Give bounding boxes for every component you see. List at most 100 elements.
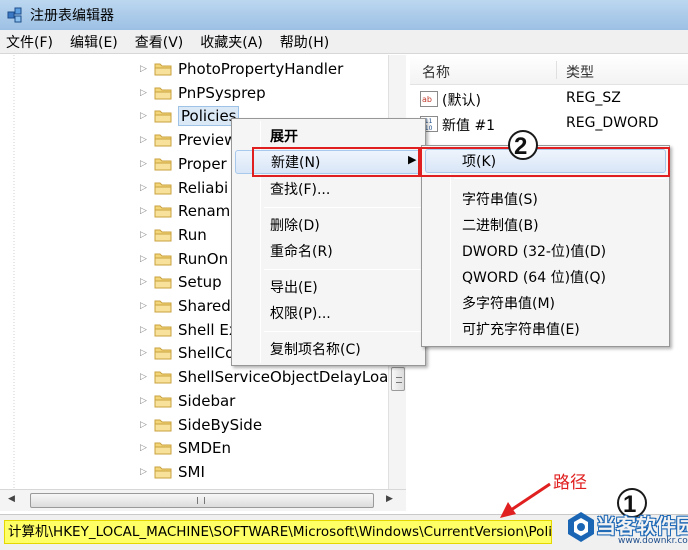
expand-arrow-icon[interactable]: ▷ bbox=[140, 183, 154, 193]
folder-icon bbox=[154, 87, 172, 100]
tree-item[interactable]: ▷ ShellServiceObjectDelayLoad bbox=[140, 365, 398, 389]
scroll-right-icon[interactable]: ▶ bbox=[386, 494, 393, 504]
tree-item-label: ShellServiceObjectDelayLoad bbox=[178, 368, 398, 387]
tree-hscroll-thumb[interactable] bbox=[30, 493, 374, 508]
folder-icon bbox=[154, 63, 172, 76]
folder-icon bbox=[154, 466, 172, 479]
expand-arrow-icon[interactable]: ▷ bbox=[140, 348, 154, 358]
tree-item[interactable]: ▷ ShellCo bbox=[140, 341, 234, 365]
tree-item[interactable]: ▷ PnPSysprep bbox=[140, 81, 266, 105]
menu-item-delete[interactable]: 删除(D) bbox=[270, 213, 320, 237]
tree-item[interactable]: ▷ Policies bbox=[140, 104, 240, 128]
window-title: 注册表编辑器 bbox=[30, 8, 114, 24]
submenu-item-key[interactable]: 项(K) bbox=[425, 149, 666, 173]
menu-item-new-label: 新建(N) bbox=[271, 155, 321, 171]
tree-item-label: PnPSysprep bbox=[178, 83, 266, 102]
value-type: REG_SZ bbox=[566, 90, 621, 106]
menu-item-find[interactable]: 查找(F)... bbox=[270, 177, 330, 201]
tree-item[interactable]: ▷ Shell Ex bbox=[140, 318, 238, 342]
expand-arrow-icon[interactable]: ▷ bbox=[140, 88, 154, 98]
watermark-text: 当客软件园 bbox=[596, 514, 688, 538]
tree-item[interactable]: ▷ Reliabi bbox=[140, 176, 228, 200]
menu-view[interactable]: 查看(V) bbox=[135, 32, 184, 52]
folder-icon bbox=[154, 182, 172, 194]
tree-item-label: Run bbox=[178, 225, 207, 244]
menu-item-rename[interactable]: 重命名(R) bbox=[270, 239, 333, 263]
tree-item-label: RunOn bbox=[178, 249, 229, 268]
list-header: 名称 类型 bbox=[410, 55, 688, 85]
folder-icon bbox=[154, 205, 172, 218]
submenu-item-string-value[interactable]: 字符串值(S) bbox=[462, 187, 538, 211]
submenu-item-multi-string-value[interactable]: 多字符串值(M) bbox=[462, 291, 555, 315]
tree-item[interactable]: ▷ SMDEn bbox=[140, 436, 231, 460]
tree-item[interactable]: ▷ Run bbox=[140, 223, 207, 247]
tree-item-label: Sidebar bbox=[178, 391, 236, 410]
context-menu: 展开 新建(N) ▶ 查找(F)... 删除(D) 重命名(R) 导出(E) 权… bbox=[231, 118, 426, 366]
tree-item-label: Setup bbox=[178, 273, 222, 292]
expand-arrow-icon[interactable]: ▷ bbox=[140, 254, 154, 264]
site-watermark: 当客软件园 www.downkr.com bbox=[560, 508, 688, 550]
site-logo-icon bbox=[568, 512, 594, 542]
expand-arrow-icon[interactable]: ▷ bbox=[140, 301, 154, 311]
expand-arrow-icon[interactable]: ▷ bbox=[140, 64, 154, 74]
column-header-name[interactable]: 名称 bbox=[422, 62, 450, 82]
tree-item[interactable]: ▷ Shared bbox=[140, 294, 231, 318]
submenu-item-qword-value[interactable]: QWORD (64 位)值(Q) bbox=[462, 265, 606, 289]
expand-arrow-icon[interactable]: ▷ bbox=[140, 159, 154, 169]
tree-item[interactable]: ▷ Preview bbox=[140, 128, 236, 152]
folder-icon bbox=[154, 442, 172, 455]
expand-arrow-icon[interactable]: ▷ bbox=[140, 420, 154, 430]
new-submenu: 项(K) 字符串值(S) 二进制值(B) DWORD (32-位)值(D) QW… bbox=[421, 145, 670, 347]
svg-text:ab: ab bbox=[422, 95, 432, 104]
expand-arrow-icon[interactable]: ▷ bbox=[140, 206, 154, 216]
menu-edit[interactable]: 编辑(E) bbox=[70, 32, 118, 52]
menu-item-new[interactable]: 新建(N) ▶ bbox=[235, 150, 422, 174]
tree-item[interactable]: ▷ Proper bbox=[140, 152, 227, 176]
folder-icon bbox=[154, 347, 172, 360]
expand-arrow-icon[interactable]: ▷ bbox=[140, 443, 154, 453]
submenu-item-dword-value[interactable]: DWORD (32-位)值(D) bbox=[462, 239, 606, 263]
expand-arrow-icon[interactable]: ▷ bbox=[140, 230, 154, 240]
menu-item-expand[interactable]: 展开 bbox=[270, 124, 298, 148]
tree-item-label: SMI bbox=[178, 462, 205, 481]
tree-guide-lines bbox=[13, 55, 15, 489]
expand-arrow-icon[interactable]: ▷ bbox=[140, 111, 154, 121]
expand-arrow-icon[interactable]: ▷ bbox=[140, 372, 154, 382]
expand-arrow-icon[interactable]: ▷ bbox=[140, 467, 154, 477]
tree-item[interactable]: ▷ PhotoPropertyHandler bbox=[140, 57, 343, 81]
tree-item[interactable]: ▷ Renam bbox=[140, 199, 230, 223]
expand-arrow-icon[interactable]: ▷ bbox=[140, 135, 154, 145]
status-path: 计算机\HKEY_LOCAL_MACHINE\SOFTWARE\Microsof… bbox=[4, 520, 552, 544]
expand-arrow-icon[interactable]: ▷ bbox=[140, 396, 154, 406]
folder-icon bbox=[154, 300, 172, 313]
list-row[interactable]: ab (默认) REG_SZ bbox=[410, 87, 688, 111]
tree-item[interactable]: ▷ Sidebar bbox=[140, 389, 235, 413]
folder-icon bbox=[154, 395, 172, 408]
menu-file[interactable]: 文件(F) bbox=[6, 32, 53, 52]
submenu-item-expandable-string-value[interactable]: 可扩充字符串值(E) bbox=[462, 317, 580, 341]
tree-item-label: ShellCo bbox=[178, 344, 235, 363]
submenu-item-binary-value[interactable]: 二进制值(B) bbox=[462, 213, 539, 237]
watermark-url: www.downkr.com bbox=[618, 536, 688, 546]
expand-arrow-icon[interactable]: ▷ bbox=[140, 325, 154, 335]
tree-item[interactable]: ▷ SideBySide bbox=[140, 413, 262, 437]
tree-item-label: Shared bbox=[178, 297, 231, 315]
tree-item[interactable]: ▷ SMI bbox=[140, 460, 205, 484]
menu-help[interactable]: 帮助(H) bbox=[280, 32, 329, 52]
tree-vscroll-thumb[interactable] bbox=[391, 367, 405, 391]
tree-horizontal-scrollbar[interactable]: ◀ ▶ bbox=[0, 489, 406, 511]
menu-favorites[interactable]: 收藏夹(A) bbox=[200, 32, 263, 52]
list-row[interactable]: 011 110 新值 #1 REG_DWORD bbox=[410, 112, 688, 136]
registry-editor-icon bbox=[7, 7, 22, 23]
menu-item-export[interactable]: 导出(E) bbox=[270, 275, 318, 299]
folder-icon bbox=[154, 229, 172, 242]
menu-item-copy-key-name[interactable]: 复制项名称(C) bbox=[270, 337, 361, 361]
scroll-left-icon[interactable]: ◀ bbox=[8, 494, 15, 504]
tree-item[interactable]: ▷ RunOn bbox=[140, 247, 228, 271]
submenu-arrow-icon: ▶ bbox=[408, 153, 417, 166]
column-header-type[interactable]: 类型 bbox=[566, 62, 594, 82]
menu-item-permissions[interactable]: 权限(P)... bbox=[270, 301, 331, 325]
expand-arrow-icon[interactable]: ▷ bbox=[140, 277, 154, 287]
tree-item[interactable]: ▷ Setup bbox=[140, 270, 222, 294]
value-name: (默认) bbox=[442, 93, 481, 109]
